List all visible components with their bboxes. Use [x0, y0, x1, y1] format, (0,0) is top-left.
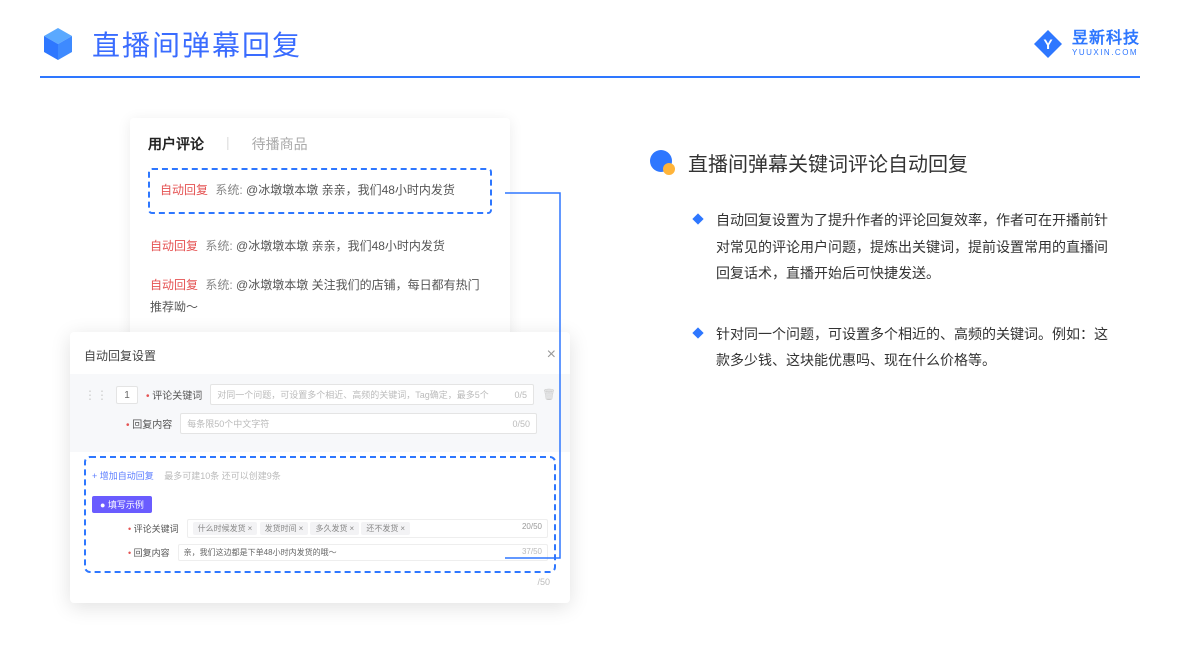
brand-text: 昱新科技 YUUXIN.COM	[1072, 31, 1140, 57]
content-placeholder: 每条限50个中文字符	[187, 417, 512, 430]
comment-text: @冰墩墩本墩 关注我们的店铺，每日都有热门推荐呦～	[150, 278, 480, 314]
section-head: 直播间弹幕关键词评论自动回复	[650, 148, 1120, 177]
example-pill: ● 填写示例	[92, 496, 152, 513]
comment-item: 自动回复 系统: @冰墩墩本墩 关注我们的店铺，每日都有热门推荐呦～	[148, 271, 492, 322]
page-header: 直播间弹幕回复 Y 昱新科技 YUUXIN.COM	[0, 0, 1180, 76]
tag-chip[interactable]: 什么时候发货×	[193, 522, 258, 535]
ex-content-field[interactable]: 亲，我们这边都是下单48小时内发货的哦～ 37/50	[178, 544, 548, 561]
cube-icon	[40, 26, 76, 62]
chat-bubble-icon	[650, 150, 676, 176]
auto-reply-tag: 自动回复	[150, 278, 198, 292]
main-content: 用户评论 | 待播商品 自动回复 系统: @冰墩墩本墩 亲亲，我们48小时内发货…	[0, 78, 1180, 598]
keyword-counter: 0/5	[515, 390, 528, 400]
section-title: 直播间弹幕关键词评论自动回复	[688, 148, 968, 177]
close-icon[interactable]: ×	[547, 346, 556, 364]
example-highlight-box: + 增加自动回复 最多可建10条 还可以创建9条 ● 填写示例 评论关键词 什么…	[84, 456, 556, 573]
ex-content-value: 亲，我们这边都是下单48小时内发货的哦～	[184, 547, 337, 558]
system-label: 系统:	[215, 183, 242, 197]
ex-content-counter: 37/50	[522, 547, 542, 558]
comment-highlighted: 自动回复 系统: @冰墩墩本墩 亲亲，我们48小时内发货	[148, 168, 492, 214]
system-label: 系统:	[205, 239, 232, 253]
system-label: 系统:	[205, 278, 232, 292]
ex-keyword-label: 评论关键词	[128, 522, 179, 535]
example-content-row: 回复内容 亲，我们这边都是下单48小时内发货的哦～ 37/50	[92, 544, 548, 561]
settings-title: 自动回复设置	[84, 347, 156, 364]
tag-chip[interactable]: 还不发货×	[361, 522, 410, 535]
settings-body: ⋮⋮ 1 评论关键词 对同一个问题，可设置多个相近、高频的关键词，Tag确定，最…	[70, 374, 570, 452]
comments-card: 用户评论 | 待播商品 自动回复 系统: @冰墩墩本墩 亲亲，我们48小时内发货…	[130, 118, 510, 352]
comments-tabs: 用户评论 | 待播商品	[148, 134, 492, 154]
comment-item: 自动回复 系统: @冰墩墩本墩 亲亲，我们48小时内发货	[148, 232, 492, 262]
add-auto-reply-link[interactable]: + 增加自动回复	[92, 471, 154, 481]
header-left: 直播间弹幕回复	[40, 24, 302, 64]
settings-lower: + 增加自动回复 最多可建10条 还可以创建9条 ● 填写示例 评论关键词 什么…	[70, 452, 570, 587]
brand-logo-icon: Y	[1032, 28, 1064, 60]
auto-reply-tag: 自动回复	[150, 239, 198, 253]
keyword-row: ⋮⋮ 1 评论关键词 对同一个问题，可设置多个相近、高频的关键词，Tag确定，最…	[84, 384, 556, 405]
content-row: 回复内容 每条限50个中文字符 0/50	[84, 413, 556, 434]
keyword-input[interactable]: 对同一个问题，可设置多个相近、高频的关键词，Tag确定，最多5个 0/5	[210, 384, 534, 405]
ex-content-label: 回复内容	[128, 546, 170, 559]
row-number: 1	[116, 386, 138, 404]
comment-text: @冰墩墩本墩 亲亲，我们48小时内发货	[246, 183, 455, 197]
brand-cn: 昱新科技	[1072, 31, 1140, 47]
add-hint: 最多可建10条 还可以创建9条	[164, 471, 281, 481]
auto-reply-tag: 自动回复	[160, 183, 208, 197]
content-label: 回复内容	[126, 416, 172, 431]
brand-en: YUUXIN.COM	[1072, 49, 1140, 57]
trash-icon[interactable]: 🗑	[542, 388, 556, 401]
ex-keyword-field[interactable]: 什么时候发货× 发货时间× 多久发货× 还不发货× 20/50	[187, 519, 548, 538]
bullet-list: 自动回复设置为了提升作者的评论回复效率，作者可在开播前针对常见的评论用户问题，提…	[650, 207, 1120, 374]
brand: Y 昱新科技 YUUXIN.COM	[1032, 28, 1140, 60]
svg-text:Y: Y	[1043, 36, 1053, 52]
tag-chip[interactable]: 发货时间×	[260, 522, 309, 535]
tag-chip[interactable]: 多久发货×	[310, 522, 359, 535]
right-column: 直播间弹幕关键词评论自动回复 自动回复设置为了提升作者的评论回复效率，作者可在开…	[650, 118, 1120, 598]
keyword-label: 评论关键词	[146, 387, 202, 402]
keyword-placeholder: 对同一个问题，可设置多个相近、高频的关键词，Tag确定，最多5个	[217, 388, 514, 401]
content-input[interactable]: 每条限50个中文字符 0/50	[180, 413, 537, 434]
tab-divider: |	[226, 134, 230, 154]
settings-header: 自动回复设置 ×	[70, 342, 570, 374]
example-keyword-row: 评论关键词 什么时候发货× 发货时间× 多久发货× 还不发货× 20/50	[92, 519, 548, 538]
bullet-item: 自动回复设置为了提升作者的评论回复效率，作者可在开播前针对常见的评论用户问题，提…	[700, 207, 1120, 287]
settings-dialog: 自动回复设置 × ⋮⋮ 1 评论关键词 对同一个问题，可设置多个相近、高频的关键…	[70, 332, 570, 603]
content-counter: 0/50	[512, 419, 530, 429]
tab-pending-goods[interactable]: 待播商品	[252, 134, 308, 154]
ex-tags-wrap: 什么时候发货× 发货时间× 多久发货× 还不发货×	[193, 522, 410, 535]
comment-text: @冰墩墩本墩 亲亲，我们48小时内发货	[236, 239, 445, 253]
ex-kw-counter: 20/50	[522, 522, 542, 535]
bullet-item: 针对同一个问题，可设置多个相近的、高频的关键词。例如：这款多少钱、这块能优惠吗、…	[700, 321, 1120, 374]
left-column: 用户评论 | 待播商品 自动回复 系统: @冰墩墩本墩 亲亲，我们48小时内发货…	[70, 118, 570, 598]
drag-handle-icon[interactable]: ⋮⋮	[84, 389, 108, 401]
tab-user-comments[interactable]: 用户评论	[148, 134, 204, 154]
page-title: 直播间弹幕回复	[92, 24, 302, 64]
extra-counter: /50	[84, 573, 556, 587]
